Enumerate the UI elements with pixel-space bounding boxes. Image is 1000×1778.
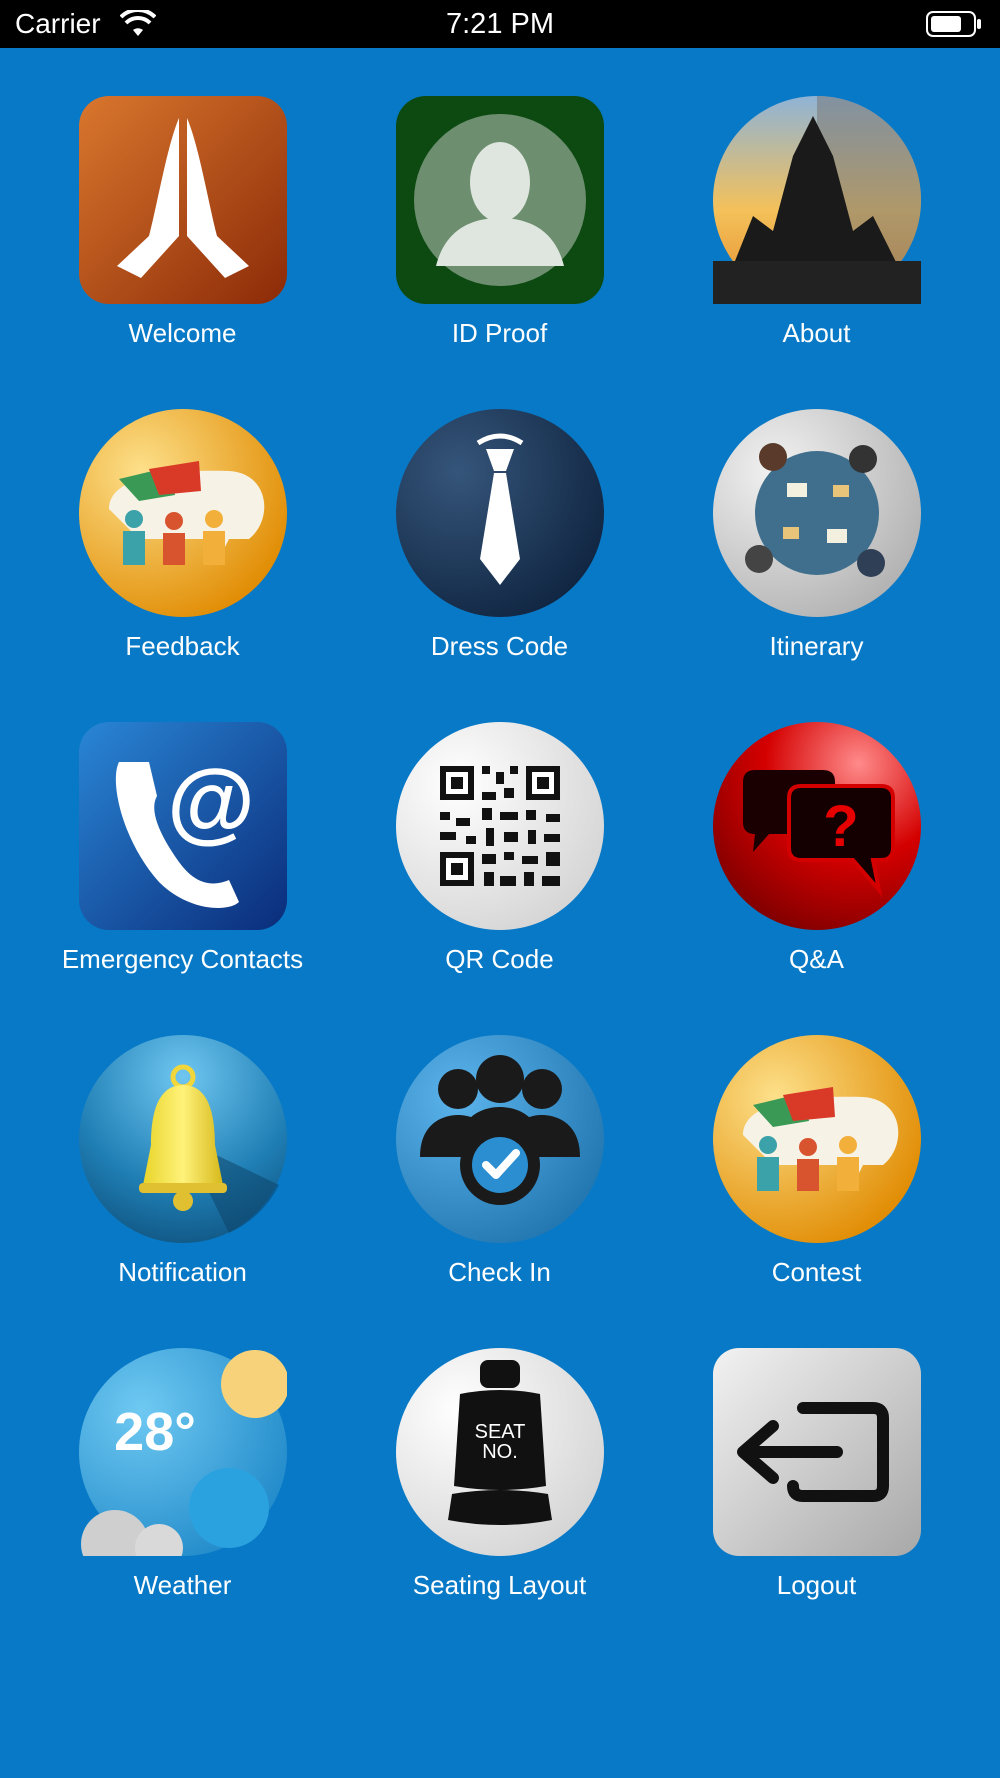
menu-label: Check In [448,1257,551,1287]
menu-tile-itinerary[interactable]: Itinerary [634,409,934,689]
weather-icon: 28° [79,1348,287,1556]
phone-at-icon: @ [79,722,287,930]
menu-label: ID Proof [451,318,548,348]
svg-text:?: ? [823,794,858,859]
menu-label: Itinerary [769,631,864,661]
menu-tile-id-proof[interactable]: ID Proof [317,96,617,376]
menu-tile-emergency-contacts[interactable]: @ Emergency Contacts [0,722,303,1002]
tie-icon [396,409,604,617]
svg-text:@: @ [167,752,255,852]
seat-text-1: SEAT [475,1421,526,1443]
question-bubbles-icon: ? [713,722,921,930]
praying-hands-icon [79,96,287,304]
status-time: 7:21 PM [446,8,554,40]
group-check-icon [396,1035,604,1243]
battery-icon [926,11,981,37]
menu-tile-dress-code[interactable]: Dress Code [317,409,617,689]
menu-label: Weather [133,1570,232,1600]
menu-tile-qa[interactable]: ? Q&A [634,722,934,1002]
menu-label: About [782,318,851,348]
menu-label: QR Code [445,944,554,974]
menu-label: Dress Code [430,631,569,661]
seat-icon: SEAT NO. [396,1348,604,1556]
menu-tile-check-in[interactable]: Check In [317,1035,617,1315]
menu-label: Welcome [128,318,237,348]
bell-icon [79,1035,287,1243]
weather-temperature: 28° [114,1402,196,1462]
temple-photo-icon [713,96,921,304]
menu-tile-logout[interactable]: Logout [634,1348,934,1628]
menu-label: Seating Layout [412,1570,587,1600]
menu-tile-weather[interactable]: 28° Weather [0,1348,300,1628]
menu-tile-notification[interactable]: Notification [0,1035,300,1315]
menu-label: Notification [118,1257,247,1287]
qr-code-icon [396,722,604,930]
menu-label: Q&A [789,944,844,974]
group-chat-icon [79,409,287,617]
seat-text-2: NO. [482,1441,518,1463]
meeting-table-icon [713,409,921,617]
user-silhouette-icon [396,96,604,304]
status-bar: Carrier 7:21 PM [0,0,1000,48]
menu-label: Logout [776,1570,857,1600]
menu-tile-qr-code[interactable]: QR Code [317,722,617,1002]
menu-label: Emergency Contacts [61,944,304,974]
menu-label: Contest [771,1257,862,1287]
menu-tile-contest[interactable]: Contest [634,1035,934,1315]
group-chat-icon [713,1035,921,1243]
logout-arrow-icon [713,1348,921,1556]
menu-label: Feedback [125,631,240,661]
menu-tile-about[interactable]: About [634,96,934,376]
menu-tile-welcome[interactable]: Welcome [0,96,300,376]
menu-grid: Welcome ID Proof About Feedback Dress Co… [0,48,1000,1778]
menu-tile-feedback[interactable]: Feedback [0,409,300,689]
menu-tile-seating-layout[interactable]: SEAT NO. Seating Layout [317,1348,617,1628]
